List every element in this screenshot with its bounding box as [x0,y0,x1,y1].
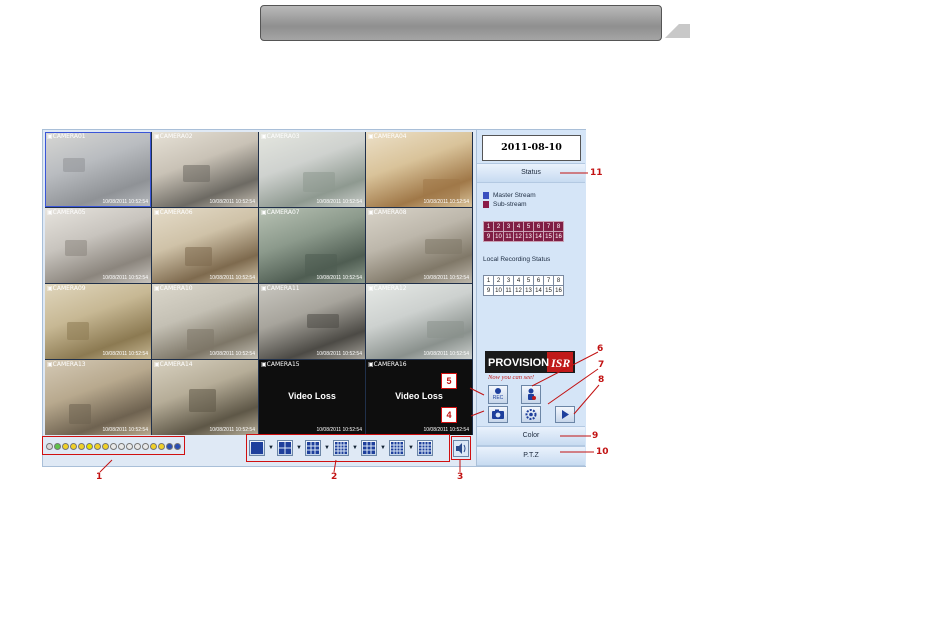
callout-11: 11 [590,168,603,178]
callout-8: 8 [598,375,605,385]
callout-1: 1 [96,472,103,482]
callout-5: 5 [441,373,457,389]
callout-3: 3 [457,472,464,482]
callout-2: 2 [331,472,338,482]
callout-10: 10 [596,447,609,457]
callout-9: 9 [592,431,599,441]
callout-7: 7 [598,360,605,370]
callout-lines [99,172,600,473]
callout-4: 4 [441,407,457,423]
callout-6: 6 [597,344,604,354]
